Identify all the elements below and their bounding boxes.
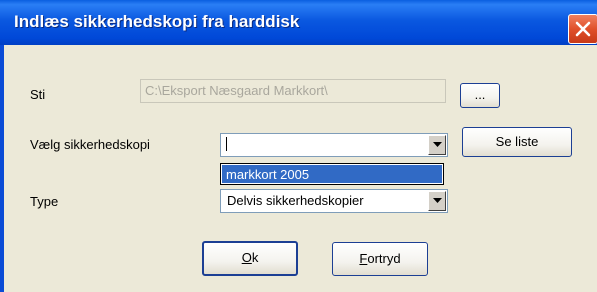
- path-label: Sti: [30, 87, 46, 102]
- browse-button[interactable]: ...: [460, 83, 500, 108]
- dropdown-option[interactable]: markkort 2005: [222, 165, 442, 183]
- type-select[interactable]: Delvis sikkerhedskopier: [220, 189, 448, 213]
- browse-button-label: ...: [474, 87, 486, 102]
- backup-dropdown-list: markkort 2005: [220, 163, 444, 185]
- close-icon: [575, 21, 591, 37]
- title-bar[interactable]: Indlæs sikkerhedskopi fra harddisk: [0, 0, 597, 45]
- dialog-window: Indlæs sikkerhedskopi fra harddisk Sti C…: [0, 0, 597, 292]
- show-list-button-label: Se liste: [495, 134, 539, 149]
- text-cursor: [226, 137, 227, 151]
- type-select-value: Delvis sikkerhedskopier: [227, 193, 364, 208]
- chevron-down-icon: [433, 198, 442, 203]
- ok-mnemonic: O: [241, 250, 252, 265]
- chevron-down-icon: [433, 142, 442, 147]
- show-list-button[interactable]: Se liste: [462, 127, 572, 157]
- cancel-label-rest: ortryd: [367, 251, 401, 266]
- backup-dropdown-button[interactable]: [428, 135, 446, 155]
- dialog-title: Indlæs sikkerhedskopi fra harddisk: [14, 12, 300, 31]
- ok-label-rest: k: [251, 250, 259, 265]
- backup-select[interactable]: [220, 133, 448, 157]
- ok-button[interactable]: Ok: [202, 241, 298, 276]
- path-value: C:\Eksport Næsgaard Markkort\: [145, 83, 328, 98]
- cancel-mnemonic: F: [359, 251, 368, 266]
- type-label: Type: [30, 194, 59, 209]
- path-field: C:\Eksport Næsgaard Markkort\: [140, 79, 446, 103]
- backup-label: Vælg sikkerhedskopi: [30, 137, 150, 152]
- dropdown-option-label: markkort 2005: [226, 167, 310, 182]
- close-button[interactable]: [568, 14, 597, 44]
- type-dropdown-button[interactable]: [428, 191, 446, 211]
- cancel-button[interactable]: Fortryd: [332, 242, 428, 276]
